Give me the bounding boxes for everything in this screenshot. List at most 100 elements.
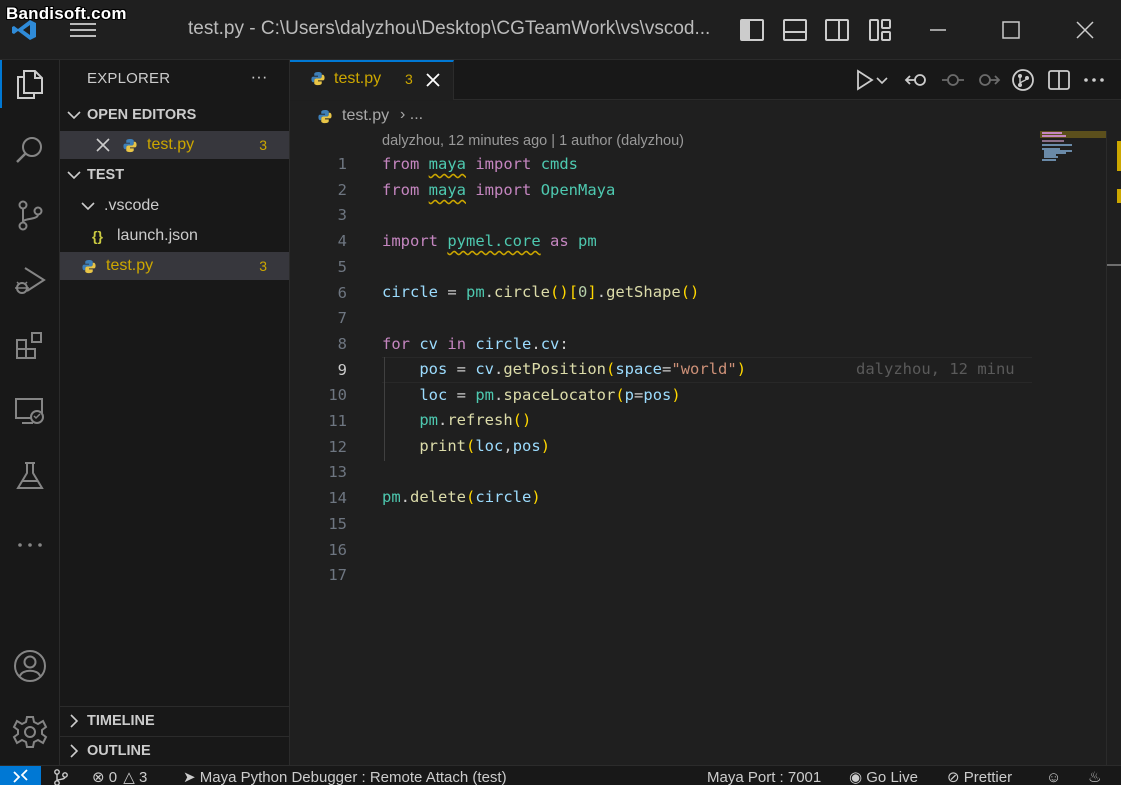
python-file-icon: [311, 71, 325, 86]
minimize-window-icon[interactable]: [918, 14, 958, 46]
warning-icon: △: [123, 769, 135, 785]
testing-activity[interactable]: [8, 454, 52, 498]
editor-tab-bar: test.py 3: [290, 60, 1121, 100]
code-line: pm.refresh(): [419, 411, 532, 429]
account-icon: [14, 650, 46, 682]
close-window-icon[interactable]: [1065, 14, 1105, 46]
codelens-blame[interactable]: dalyzhou, 12 minutes ago | 1 author (dal…: [382, 133, 684, 149]
file-name: test.py: [106, 257, 154, 274]
python-file-icon: [82, 259, 96, 274]
feedback-icon[interactable]: ☺: [1046, 770, 1061, 785]
chevron-down-icon: [81, 202, 95, 211]
minimap-token: [1044, 156, 1058, 158]
python-file-icon: [123, 138, 137, 153]
accounts-activity[interactable]: [8, 644, 52, 688]
maximize-window-icon[interactable]: [991, 14, 1031, 46]
folder-section[interactable]: TEST: [60, 161, 289, 189]
minimap-token: [1042, 135, 1066, 137]
breadcrumb-symbols[interactable]: › ...: [400, 106, 423, 124]
customize-layout-icon[interactable]: [867, 17, 893, 43]
tab-test-py[interactable]: test.py 3: [290, 60, 454, 100]
active-indicator: [0, 60, 2, 108]
go-back-in-timeline-icon[interactable]: [904, 67, 930, 93]
code-editor[interactable]: dalyzhou, 12 minutes ago | 1 author (dal…: [290, 131, 1040, 765]
code-line: print(loc,pos): [419, 437, 551, 455]
line-number: 7: [337, 309, 347, 328]
cursor-position-marker: [1107, 264, 1121, 266]
recorder-watermark: Bandisoft.com: [6, 4, 127, 23]
breadcrumb-file[interactable]: test.py: [342, 107, 389, 125]
explorer-activity[interactable]: [0, 60, 52, 108]
explorer-title: EXPLORER: [87, 70, 171, 87]
problem-count-badge: 3: [259, 258, 267, 274]
warning-count: 3: [138, 769, 148, 785]
go-forward-in-timeline-icon[interactable]: [975, 67, 1001, 93]
remote-indicator[interactable]: [0, 766, 41, 785]
breadcrumb: test.py › ...: [290, 101, 1121, 131]
toggle-secondary-sidebar-icon[interactable]: [824, 17, 850, 43]
search-activity[interactable]: [8, 128, 52, 172]
python-file-icon: [318, 109, 332, 124]
chevron-down-icon: [67, 111, 81, 120]
open-changes-icon[interactable]: [1010, 67, 1036, 93]
minimap[interactable]: [1040, 131, 1106, 765]
commit-timeline-icon[interactable]: [940, 67, 966, 93]
warning-marker: [1117, 189, 1121, 203]
line-number: 4: [337, 232, 347, 251]
toggle-primary-sidebar-icon[interactable]: [739, 17, 765, 43]
go-live-button[interactable]: ◉ Go Live: [849, 770, 918, 785]
minimap-token: [1042, 159, 1056, 161]
line-number: 10: [328, 386, 347, 405]
close-icon[interactable]: [95, 137, 111, 153]
line-number: 3: [337, 206, 347, 225]
broadcast-icon: ◉: [849, 769, 863, 785]
open-editors-section[interactable]: OPEN EDITORS: [60, 101, 289, 129]
source-control-activity[interactable]: [8, 193, 52, 237]
run-debug-activity[interactable]: [8, 258, 52, 302]
extensions-activity[interactable]: [8, 324, 52, 368]
close-tab-icon[interactable]: [424, 71, 442, 89]
timeline-section[interactable]: TIMELINE: [60, 706, 289, 734]
manage-activity[interactable]: [8, 710, 52, 754]
problems-indicator[interactable]: ⊗ 0 △ 3: [92, 770, 147, 785]
status-bar: ⊗ 0 △ 3 ➤ Maya Python Debugger : Remote …: [0, 765, 1121, 785]
vertical-scrollbar[interactable]: [1106, 131, 1121, 765]
open-editor-item[interactable]: test.py 3: [60, 131, 289, 159]
minimap-token: [1042, 140, 1064, 142]
more-actions-icon[interactable]: [1081, 67, 1107, 93]
code-line: circle = pm.circle()[0].getShape(): [382, 283, 700, 301]
chevron-right-icon: [70, 714, 79, 728]
folder-name: .vscode: [104, 197, 160, 214]
outline-section[interactable]: OUTLINE: [60, 736, 289, 764]
debug-config-label: Maya Python Debugger : Remote Attach (te…: [199, 769, 507, 785]
split-editor-icon[interactable]: [1046, 67, 1072, 93]
window-title: test.py - C:\Users\dalyzhou\Desktop\CGTe…: [188, 18, 711, 39]
source-control-icon: [18, 200, 43, 231]
outline-label: OUTLINE: [87, 743, 151, 759]
timeline-label: TIMELINE: [87, 713, 155, 729]
line-number: 1: [337, 155, 347, 173]
tree-item-launch-json[interactable]: {} launch.json: [60, 222, 289, 250]
source-control-branch-icon[interactable]: [52, 768, 70, 785]
run-dropdown-chevron-icon[interactable]: [875, 67, 889, 93]
remote-icon: [13, 769, 28, 783]
debug-configuration[interactable]: ➤ Maya Python Debugger : Remote Attach (…: [183, 770, 507, 785]
maya-port-status[interactable]: Maya Port : 7001: [707, 770, 821, 785]
open-editors-label: OPEN EDITORS: [87, 107, 197, 123]
code-line: loc = pm.spaceLocator(p=pos): [419, 386, 681, 404]
files-icon: [17, 70, 43, 99]
notifications-bell-icon[interactable]: ♨: [1088, 770, 1101, 785]
tree-item-test-py[interactable]: test.py 3: [60, 252, 289, 280]
prettier-status[interactable]: ⊘ Prettier: [947, 770, 1012, 785]
more-activity[interactable]: [8, 518, 52, 562]
toggle-panel-icon[interactable]: [782, 17, 808, 43]
code-line: pos = cv.getPosition(space="world"): [419, 360, 747, 378]
tab-problem-badge: 3: [405, 71, 413, 87]
remote-explorer-activity[interactable]: [8, 389, 52, 433]
line-number: 8: [337, 334, 347, 353]
explorer-more-actions-button[interactable]: ···: [246, 64, 272, 90]
tree-item-vscode-folder[interactable]: .vscode: [60, 192, 289, 220]
remote-explorer-icon: [15, 398, 44, 424]
line-number: 14: [328, 489, 347, 508]
code-line: for cv in circle.cv:: [382, 335, 569, 353]
